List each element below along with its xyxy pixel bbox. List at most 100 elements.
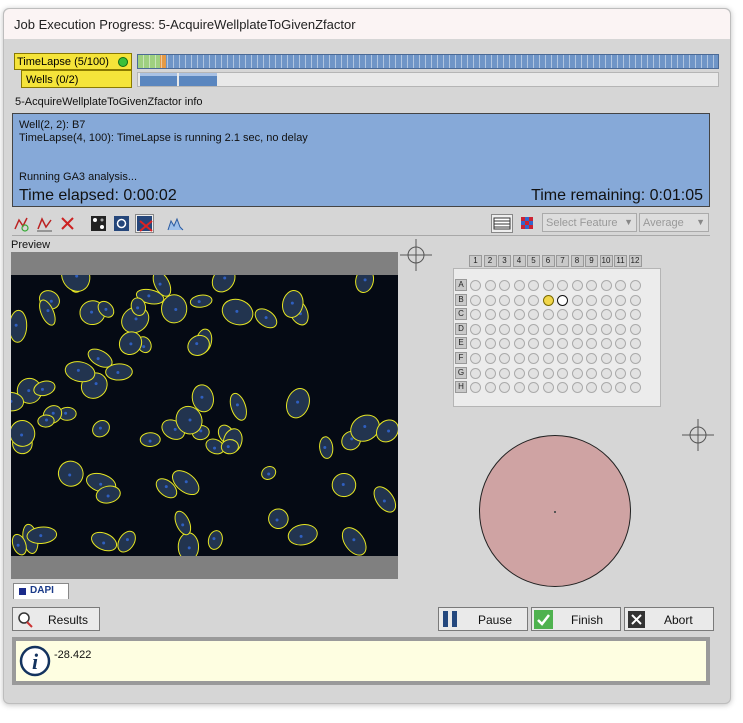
- chart-add-icon[interactable]: [12, 214, 31, 233]
- clear-chart-icon[interactable]: [58, 214, 77, 233]
- plate-well[interactable]: [542, 367, 554, 379]
- plate-well[interactable]: [615, 353, 626, 364]
- plate-well[interactable]: [557, 280, 568, 291]
- plate-well[interactable]: [586, 280, 597, 291]
- plate-well[interactable]: [615, 294, 626, 306]
- plate-well[interactable]: [629, 382, 641, 394]
- plate-well[interactable]: [600, 353, 612, 364]
- plate-well[interactable]: [484, 353, 496, 364]
- line-chart-icon[interactable]: [35, 214, 54, 233]
- plate-well[interactable]: [571, 280, 583, 291]
- plate-well[interactable]: [557, 367, 568, 379]
- plate-well[interactable]: [542, 323, 554, 335]
- channel-tab-dapi[interactable]: DAPI: [13, 583, 69, 599]
- plate-well[interactable]: [470, 367, 481, 379]
- plate-well[interactable]: [629, 294, 641, 306]
- plate-well[interactable]: [542, 353, 554, 364]
- plate-well[interactable]: [484, 367, 496, 379]
- pause-button[interactable]: Pause: [438, 607, 528, 631]
- plate-well[interactable]: [528, 294, 539, 306]
- plate-well[interactable]: [542, 338, 554, 350]
- plate-well[interactable]: [484, 294, 496, 306]
- segmentation-view-icon[interactable]: [112, 214, 131, 233]
- results-button[interactable]: Results: [12, 607, 100, 631]
- plate-well[interactable]: [629, 309, 641, 321]
- finish-button[interactable]: Finish: [531, 607, 621, 631]
- plate-well[interactable]: [470, 294, 481, 306]
- plate-well[interactable]: [600, 367, 612, 379]
- histogram-icon[interactable]: [166, 214, 185, 233]
- plate-well[interactable]: [615, 280, 626, 291]
- plate-well[interactable]: [600, 309, 612, 321]
- plate-well[interactable]: [629, 353, 641, 364]
- plate-well[interactable]: [542, 309, 554, 321]
- plate-well[interactable]: [513, 309, 525, 321]
- plate-well[interactable]: [615, 323, 626, 335]
- plate-well[interactable]: [571, 323, 583, 335]
- chevron-down-icon: ▼: [624, 217, 633, 227]
- plate-well[interactable]: [600, 338, 612, 350]
- plate-well[interactable]: [571, 382, 583, 394]
- plate-well[interactable]: [499, 323, 510, 335]
- plate-well[interactable]: [542, 280, 554, 291]
- nucleus-outline: [189, 294, 213, 308]
- plate-well[interactable]: [499, 280, 510, 291]
- plate-well[interactable]: [586, 323, 597, 335]
- plate-well[interactable]: [528, 353, 539, 364]
- abort-button[interactable]: Abort: [624, 607, 714, 631]
- plate-well[interactable]: [513, 323, 525, 335]
- plate-well[interactable]: [571, 294, 583, 306]
- plate-well[interactable]: [557, 353, 568, 364]
- dots-view-icon[interactable]: [89, 214, 108, 233]
- plate-well[interactable]: [513, 280, 525, 291]
- plate-well[interactable]: [586, 367, 597, 379]
- plate-well[interactable]: [513, 353, 525, 364]
- plate-well[interactable]: [571, 338, 583, 350]
- plate-well[interactable]: [615, 367, 626, 379]
- hide-overlay-icon[interactable]: [135, 214, 154, 233]
- plate-well[interactable]: [629, 323, 641, 335]
- plate-well[interactable]: [586, 294, 597, 306]
- plate-well[interactable]: [513, 294, 525, 306]
- plate-well[interactable]: [557, 294, 568, 306]
- well-dish[interactable]: [479, 435, 631, 587]
- plate-well[interactable]: [513, 338, 525, 350]
- plate-row-header: H: [455, 381, 467, 394]
- plate-well[interactable]: [484, 323, 496, 335]
- plate-well[interactable]: [528, 280, 539, 291]
- plate-well[interactable]: [557, 323, 568, 335]
- plate-well[interactable]: [470, 280, 481, 291]
- plate-well[interactable]: [542, 382, 554, 394]
- plate-well[interactable]: [484, 309, 496, 321]
- table-view-icon[interactable]: [491, 214, 513, 233]
- plate-well[interactable]: [571, 353, 583, 364]
- plate-well[interactable]: [600, 280, 612, 291]
- plate-well[interactable]: [499, 353, 510, 364]
- plate-well[interactable]: [513, 367, 525, 379]
- plate-well[interactable]: [542, 294, 554, 306]
- plate-well[interactable]: [513, 382, 525, 394]
- plate-well[interactable]: [600, 382, 612, 394]
- plate-well[interactable]: [484, 280, 496, 291]
- plate-well[interactable]: [571, 309, 583, 321]
- nucleus-outline: [117, 530, 136, 553]
- plate-well[interactable]: [600, 294, 612, 306]
- plate-well[interactable]: [528, 323, 539, 335]
- plate-well[interactable]: [499, 367, 510, 379]
- plate-well[interactable]: [629, 338, 641, 350]
- plate-well[interactable]: [586, 353, 597, 364]
- plate-well[interactable]: [484, 382, 496, 394]
- plate-well[interactable]: [470, 353, 481, 364]
- preview-image[interactable]: [11, 252, 398, 579]
- plate-well[interactable]: [629, 367, 641, 379]
- aggregate-dropdown[interactable]: Average ▼: [639, 213, 709, 232]
- plate-well[interactable]: [629, 280, 641, 291]
- plate-well[interactable]: [484, 338, 496, 350]
- heatmap-view-icon[interactable]: [518, 214, 537, 233]
- plate-well[interactable]: [528, 367, 539, 379]
- plate-well[interactable]: [499, 294, 510, 306]
- plate-well[interactable]: [571, 367, 583, 379]
- plate-well[interactable]: [600, 323, 612, 335]
- plate-well[interactable]: [470, 323, 481, 335]
- select-feature-dropdown[interactable]: Select Feature ▼: [542, 213, 637, 232]
